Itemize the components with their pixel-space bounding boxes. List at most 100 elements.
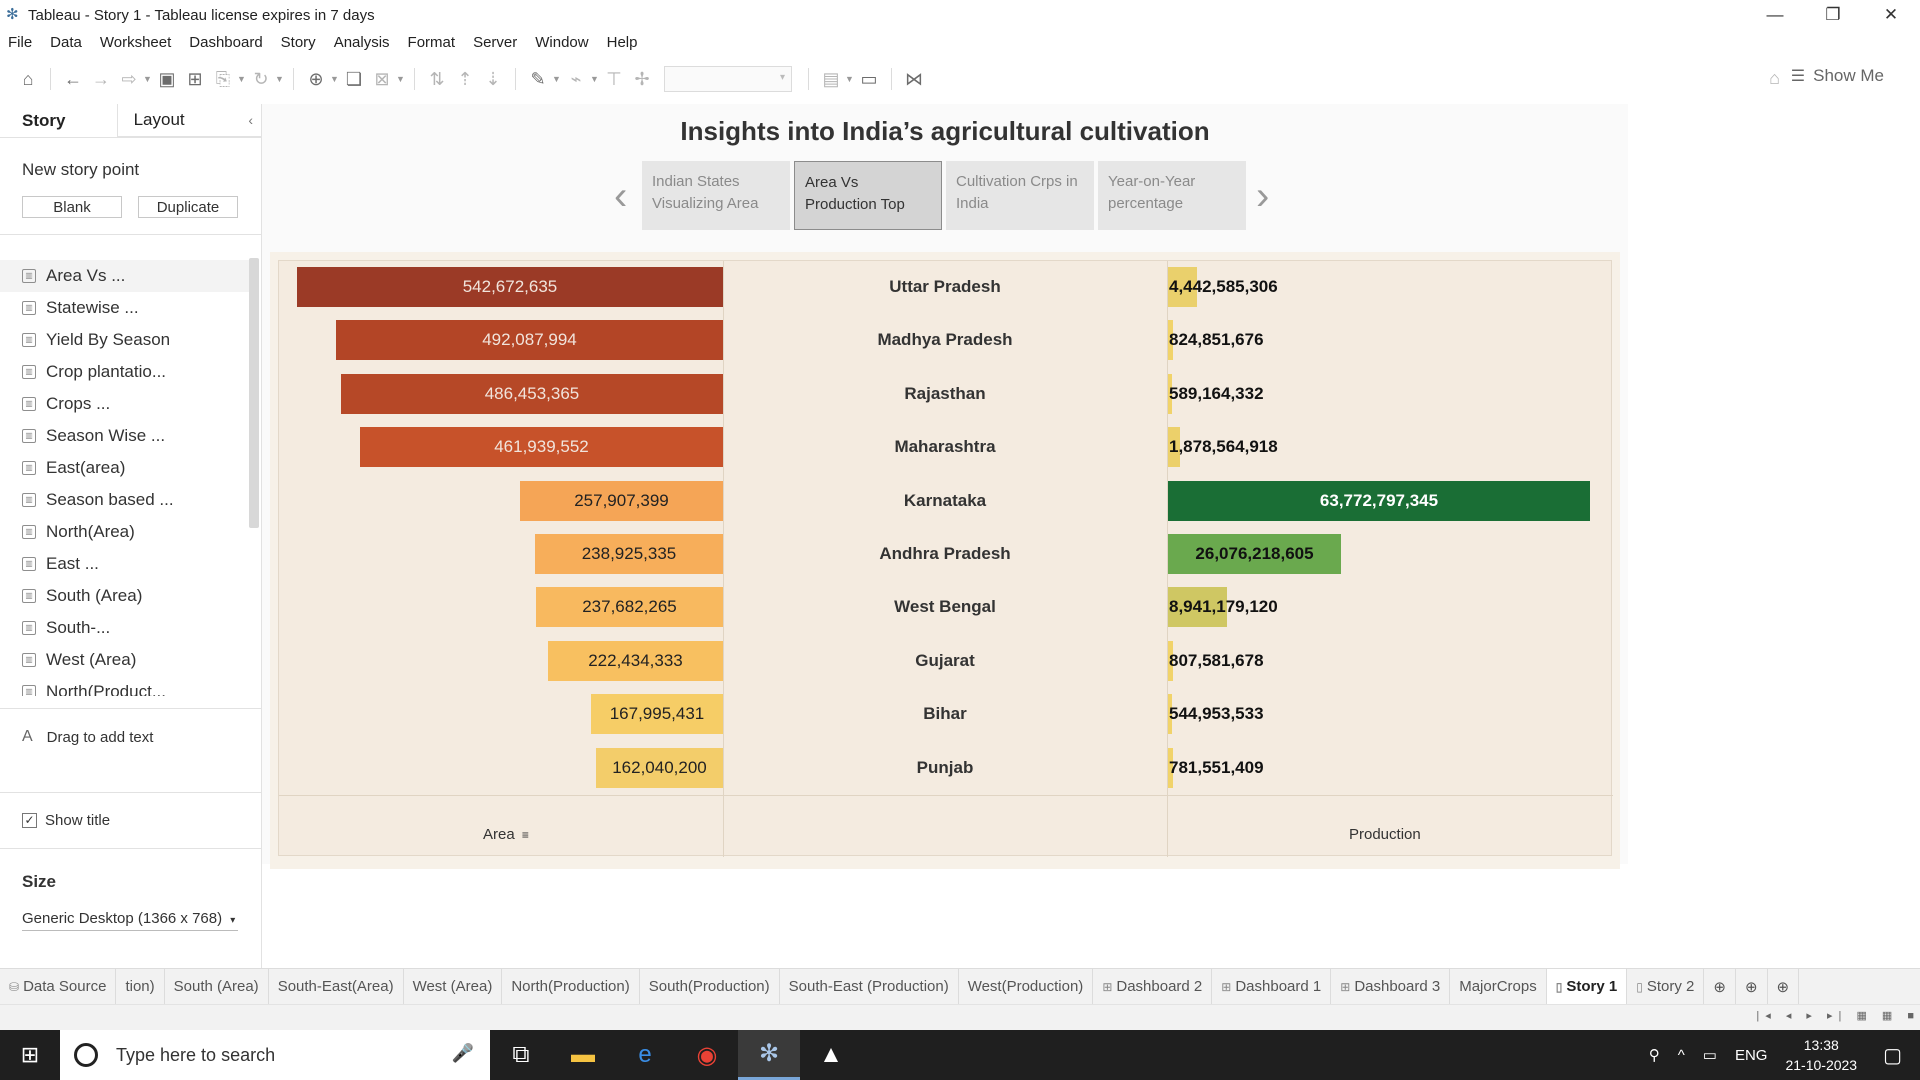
pin-icon[interactable]: ✢ (628, 65, 656, 93)
redo-icon[interactable]: → (87, 65, 115, 93)
sheet-list-item[interactable]: ▥ East ... (0, 548, 252, 580)
sheet-tab[interactable]: West (Area) (404, 968, 503, 1005)
close-button[interactable]: ✕ (1862, 0, 1920, 30)
state-label[interactable]: Maharashtra (723, 437, 1167, 457)
sort-descending-icon[interactable]: ⇣ (479, 65, 507, 93)
sheet-tab[interactable]: South (Area) (165, 968, 269, 1005)
menu-data[interactable]: Data (41, 34, 91, 51)
sheet-tab[interactable]: South-East (Production) (780, 968, 959, 1005)
chevron-down-icon[interactable]: ▼ (237, 74, 247, 84)
clear-sheet-icon[interactable]: ⊠ (368, 65, 396, 93)
edge-browser-icon[interactable]: e (614, 1030, 676, 1080)
sheet-list-item[interactable]: ▥ Crops ... (0, 388, 252, 420)
area-bar[interactable]: 238,925,335 (535, 534, 723, 574)
menu-dashboard[interactable]: Dashboard (180, 34, 271, 51)
photos-app-icon[interactable]: ▲ (800, 1030, 862, 1080)
new-sheet-icon[interactable]: ⊕ (302, 65, 330, 93)
menu-file[interactable]: File (0, 34, 41, 51)
language-indicator[interactable]: ENG (1735, 1047, 1768, 1064)
sheet-tab[interactable]: MajorCrops (1450, 968, 1547, 1005)
next-point-icon[interactable]: › (1256, 174, 1269, 219)
new-data-source-icon[interactable]: ⊞ (181, 65, 209, 93)
state-label[interactable]: West Bengal (723, 597, 1167, 617)
sheet-tab[interactable]: ⛁ Data Source (0, 968, 117, 1005)
state-label[interactable]: Bihar (723, 704, 1167, 724)
microphone-icon[interactable]: 🎤 (452, 1043, 474, 1064)
sheet-list-item[interactable]: ▥ East(area) (0, 452, 252, 484)
sheet-tab[interactable]: South-East(Area) (269, 968, 404, 1005)
show-me-button[interactable]: ☰ Show Me (1791, 66, 1884, 86)
taskbar-search[interactable]: Type here to search 🎤 (60, 1030, 490, 1080)
sheet-tab[interactable]: South(Production) (640, 968, 780, 1005)
label-icon[interactable]: ⊤ (600, 65, 628, 93)
story-point-1[interactable]: Indian States Visualizing Area (642, 161, 790, 230)
file-explorer-icon[interactable]: ▬ (552, 1030, 614, 1080)
story-point-2[interactable]: Area Vs Production Top (794, 161, 942, 230)
show-title-checkbox[interactable]: ✓ Show title (22, 812, 110, 829)
tab-story[interactable]: Story (0, 104, 117, 137)
state-label[interactable]: Madhya Pradesh (723, 330, 1167, 350)
collapse-pane-icon[interactable]: ‹ (248, 112, 253, 128)
sheet-tab[interactable]: ▯ Story 1 (1546, 968, 1628, 1005)
menu-analysis[interactable]: Analysis (325, 34, 399, 51)
new-story-icon[interactable]: ⊕ (1768, 968, 1800, 1005)
sheet-list-item[interactable]: ▥ Area Vs ... (0, 260, 252, 292)
menu-window[interactable]: Window (526, 34, 597, 51)
tableau-app-icon[interactable]: ✻ (738, 1030, 800, 1080)
presentation-mode-icon[interactable]: ▭ (855, 65, 883, 93)
sort-ascending-icon[interactable]: ⇡ (451, 65, 479, 93)
sheet-list-item[interactable]: ▥ West (Area) (0, 644, 252, 676)
state-label[interactable]: Punjab (723, 758, 1167, 778)
chevron-down-icon[interactable]: ▼ (143, 74, 153, 84)
area-bar[interactable]: 162,040,200 (596, 747, 723, 788)
show-cards-icon[interactable]: ▤ (817, 65, 845, 93)
save-icon[interactable]: ▣ (153, 65, 181, 93)
state-label[interactable]: Uttar Pradesh (723, 277, 1167, 297)
menu-worksheet[interactable]: Worksheet (91, 34, 180, 51)
area-bar[interactable]: 222,434,333 (548, 640, 723, 681)
chevron-up-icon[interactable]: ^ (1678, 1047, 1685, 1064)
sheet-tab[interactable]: North(Production) (502, 968, 640, 1005)
clock[interactable]: 13:38 21-10-2023 (1785, 1035, 1857, 1075)
chevron-down-icon[interactable]: ▼ (396, 74, 406, 84)
drag-text-item[interactable]: A Drag to add text (22, 728, 153, 746)
area-bar[interactable]: 257,907,399 (520, 480, 723, 521)
area-bar[interactable]: 237,682,265 (536, 587, 723, 628)
area-axis-label[interactable]: Area ≡ (483, 826, 529, 843)
chevron-down-icon[interactable]: ▼ (845, 74, 855, 84)
sheet-list-item[interactable]: ▥ North(Area) (0, 516, 252, 548)
sheet-list-item[interactable]: ▥ Yield By Season (0, 324, 252, 356)
group-icon[interactable]: ⌁ (562, 65, 590, 93)
menu-format[interactable]: Format (399, 34, 465, 51)
area-bar[interactable]: 492,087,994 (336, 320, 723, 361)
sheet-list-item[interactable]: ▥ North(Product... (0, 676, 252, 696)
sheet-nav-icons[interactable]: |◂ ◂ ▸ ▸| ▦ ▦ ■ (1756, 1009, 1920, 1022)
sheet-tab[interactable]: ▯ Story 2 (1627, 968, 1705, 1005)
minimize-button[interactable]: — (1746, 0, 1804, 30)
sheet-list-scrollbar[interactable] (249, 258, 259, 528)
state-label[interactable]: Andhra Pradesh (723, 544, 1167, 564)
story-point-3[interactable]: Cultivation Crps in India (946, 161, 1094, 230)
sheet-tab[interactable]: ⊞ Dashboard 2 (1093, 968, 1213, 1005)
previous-point-icon[interactable]: ‹ (614, 174, 627, 219)
menu-server[interactable]: Server (464, 34, 526, 51)
sheet-list-item[interactable]: ▥ Statewise ... (0, 292, 252, 324)
pause-updates-icon[interactable]: ⎘ (209, 65, 237, 93)
home-icon[interactable]: ⌂ (14, 65, 42, 93)
duplicate-button[interactable]: Duplicate (138, 196, 238, 218)
sheet-tab[interactable]: West(Production) (959, 968, 1094, 1005)
sheet-tab[interactable]: ⊞ Dashboard 1 (1212, 968, 1332, 1005)
menu-help[interactable]: Help (598, 34, 647, 51)
swap-icon[interactable]: ⇅ (423, 65, 451, 93)
battery-icon[interactable]: ▭ (1703, 1046, 1717, 1064)
chevron-down-icon[interactable]: ▼ (552, 74, 562, 84)
sheet-tab[interactable]: tion) (116, 968, 165, 1005)
state-label[interactable]: Karnataka (723, 491, 1167, 511)
state-label[interactable]: Gujarat (723, 651, 1167, 671)
tooltip-icon[interactable]: ⌂ (1769, 68, 1780, 89)
new-dashboard-icon[interactable]: ⊕ (1736, 968, 1768, 1005)
area-bar[interactable]: 542,672,635 (297, 267, 723, 307)
chevron-down-icon[interactable]: ▼ (590, 74, 600, 84)
fit-dropdown[interactable] (664, 66, 792, 92)
area-bar[interactable]: 486,453,365 (341, 373, 723, 414)
